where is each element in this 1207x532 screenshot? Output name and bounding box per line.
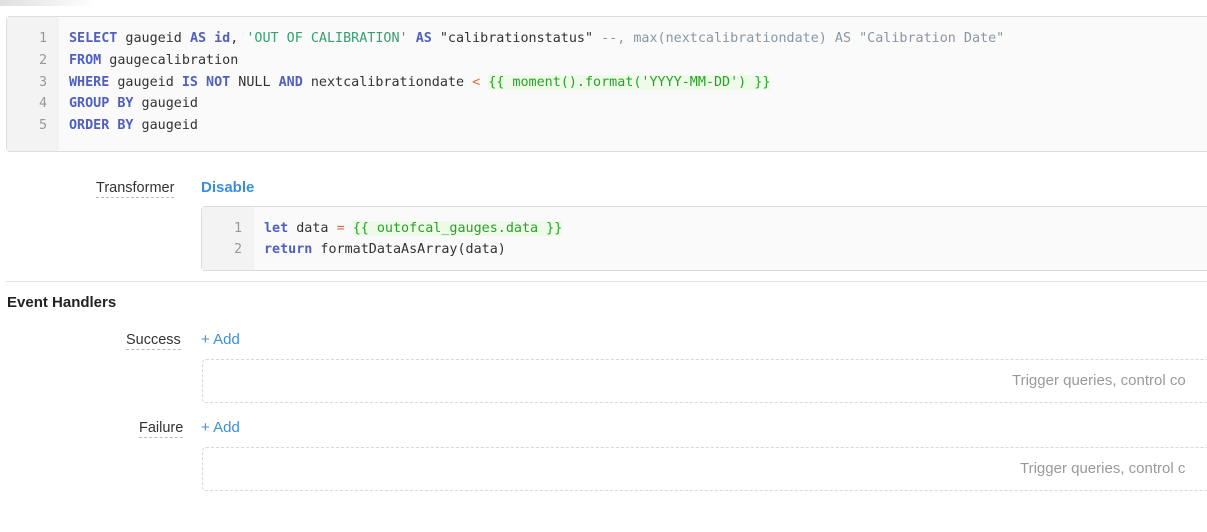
line-number: 1 [38,31,47,46]
code-token-op: = [336,221,345,236]
code-token-plain: gaugeid [133,96,198,111]
success-label: Success [126,332,181,350]
line-number: 1 [233,221,242,236]
sql-code-line: SELECT gaugeid AS id, 'OUT OF CALIBRATIO… [69,28,1004,50]
code-token-plain: gaugeid [109,75,182,90]
disable-transformer-link[interactable]: Disable [201,179,254,197]
code-token-kw: GROUP BY [69,96,134,111]
code-token-plain: NULL [230,75,279,90]
code-token-kw: FROM [69,53,102,68]
code-token-kw: SELECT [69,31,118,46]
line-number: 5 [38,118,47,133]
sql-code-line: GROUP BY gaugeid [69,93,198,115]
transformer-code-line: let data = {{ outofcal_gauges.data }} [264,218,563,240]
event-handlers-title: Event Handlers [7,294,117,311]
success-handler-placeholder: Trigger queries, control co [1012,372,1186,389]
code-token-plain: nextcalibrationdate [302,75,473,90]
line-number: 2 [233,242,242,257]
line-number: 3 [38,75,47,90]
transformer-label: Transformer [96,180,175,198]
code-token-kw: AS [189,31,207,46]
code-token-kw: ORDER BY [69,118,134,133]
sql-code-editor[interactable]: 1 2 3 4 5 SELECT gaugeid AS id, 'OUT OF … [6,16,1207,152]
code-token-cm: --, max(nextcalibrationdate) AS "Calibra… [593,31,1005,46]
code-token-plain: gaugeid [133,118,198,133]
add-failure-handler-button[interactable]: + Add [201,419,240,437]
line-number: 4 [38,96,47,111]
failure-handler-placeholder: Trigger queries, control c [1020,460,1186,477]
code-token-plain: gaugeid [117,31,190,46]
code-token-kw: id [214,31,231,46]
line-number: 2 [38,53,47,68]
code-token-kw: AS [415,31,432,46]
failure-label: Failure [139,420,184,438]
code-token-kw: let [264,221,289,236]
success-handler-dropzone[interactable]: Trigger queries, control co [202,359,1207,403]
code-token-op: < [472,75,481,90]
query-editor-panel: 1 2 3 4 5 SELECT gaugeid AS id, 'OUT OF … [0,0,1207,532]
add-success-handler-button[interactable]: + Add [201,331,240,349]
code-token-str: 'OUT OF CALIBRATION' [246,31,408,46]
failure-handler-dropzone[interactable]: Trigger queries, control c [202,447,1207,491]
section-divider [6,281,1207,282]
code-token-kw: return [264,242,313,257]
code-token-dq: "calibrationstatus" [439,31,594,46]
transformer-code-editor[interactable]: 1 2 let data = {{ outofcal_gauges.data }… [201,206,1207,271]
code-token-tpl: {{ moment().format('YYYY-MM-DD') }} [488,75,771,90]
transformer-code-line: return formatDataAsArray(data) [264,239,506,261]
code-token-plain: data [288,221,337,236]
code-token-kw: IS NOT [181,75,231,90]
sql-code-line: WHERE gaugeid IS NOT NULL AND nextcalibr… [69,72,771,94]
code-token-plain: gaugecalibration [101,53,239,68]
sql-code-line: ORDER BY gaugeid [69,115,198,137]
code-token-plain: formatDataAsArray(data) [312,242,506,257]
sql-code-line: FROM gaugecalibration [69,50,238,72]
top-shadow [0,0,95,6]
code-token-kw: WHERE [69,75,110,90]
code-token-kw: AND [278,75,303,90]
code-token-tpl: {{ outofcal_gauges.data }} [352,221,563,236]
code-token-plain: , [230,31,247,46]
